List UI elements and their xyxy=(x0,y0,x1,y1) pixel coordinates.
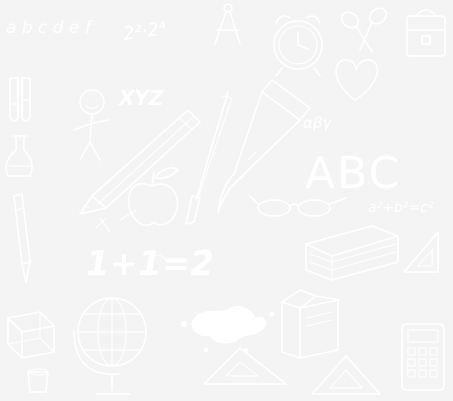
stick-figure-icon xyxy=(73,89,109,161)
school-bag-icon xyxy=(406,9,446,57)
heart-icon xyxy=(335,58,379,101)
abc-text: ABC xyxy=(305,148,401,199)
marker-icon xyxy=(13,193,31,283)
pythagoras-text: a²+b²=c² xyxy=(368,200,434,216)
pencil-icon xyxy=(79,109,201,215)
books-icon xyxy=(281,289,341,359)
arithmetic-text: 1+1=2 xyxy=(86,244,214,284)
scissors-icon xyxy=(340,7,388,53)
flask-icon xyxy=(5,135,33,177)
alarm-clock-icon xyxy=(273,15,323,77)
school-doodle-background: a b c d e f 2²·2⁴ αβγ ABC XYZ 1+1=2 a²+b… xyxy=(5,3,446,395)
set-square-icon xyxy=(403,231,439,273)
cup-icon xyxy=(27,368,49,393)
test-tubes-icon xyxy=(9,77,31,122)
book-stack-icon xyxy=(305,225,399,281)
greek-letters-text: αβγ xyxy=(303,114,332,132)
globe-icon xyxy=(73,297,147,395)
alphabet-text: a b c d e f xyxy=(6,18,94,38)
power-formula-text: 2²·2⁴ xyxy=(122,18,168,45)
xyz-text: XYZ xyxy=(117,86,164,110)
ink-splat-icon xyxy=(181,305,275,353)
glasses-icon xyxy=(249,195,347,217)
apple-icon xyxy=(127,167,179,227)
calculator-icon xyxy=(401,323,445,391)
paintbrush-icon xyxy=(185,91,233,225)
compass-icon xyxy=(214,3,241,45)
cube-icon xyxy=(7,311,55,359)
